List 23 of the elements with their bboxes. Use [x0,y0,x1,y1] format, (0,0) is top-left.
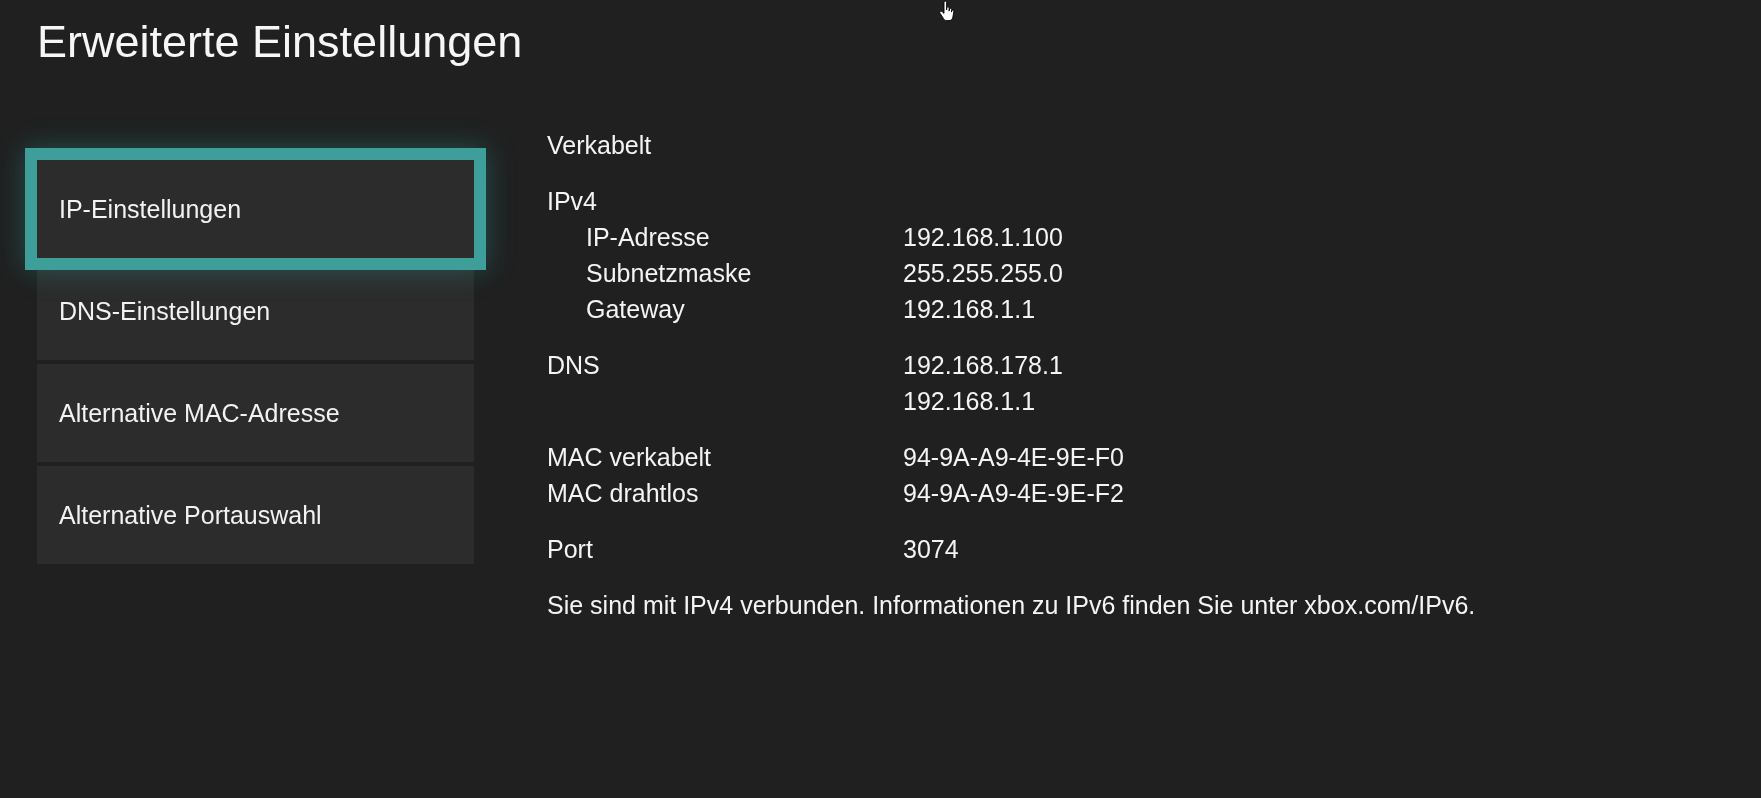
menu-item[interactable]: Alternative MAC-Adresse [37,364,474,462]
menu-item[interactable]: Alternative Portauswahl [37,466,474,564]
field-value: 94-9A-A9-4E-9E-F0 [903,442,1124,473]
field-value: 192.168.1.1 [903,294,1036,325]
field-label: Gateway [586,294,686,325]
field-label: Subnetzmaske [586,258,753,289]
field-label: MAC verkabelt [547,442,712,473]
field-value: 255.255.255.0 [903,258,1063,289]
page-title: Erweiterte Einstellungen [37,15,523,69]
field-label: Port [547,534,594,565]
connection-type: Verkabelt [547,130,653,161]
field-label: DNS [547,350,601,381]
menu-item[interactable]: IP-Einstellungen [25,148,486,270]
info-note: Sie sind mit IPv4 verbunden. Informationen zu IPv6 finden Sie unter xbox.com/IPv6. [547,590,1476,621]
field-value: 192.168.1.1 [903,386,1037,417]
hand-cursor-icon [939,1,955,23]
field-label: IP-Adresse [586,222,711,253]
field-value: 94-9A-A9-4E-9E-F2 [903,478,1124,509]
field-label: MAC drahtlos [547,478,700,509]
section-heading: IPv4 [547,186,599,217]
field-value: 192.168.1.100 [903,222,1063,253]
field-value: 3074 [903,534,959,565]
field-value: 192.168.178.1 [903,350,1063,381]
